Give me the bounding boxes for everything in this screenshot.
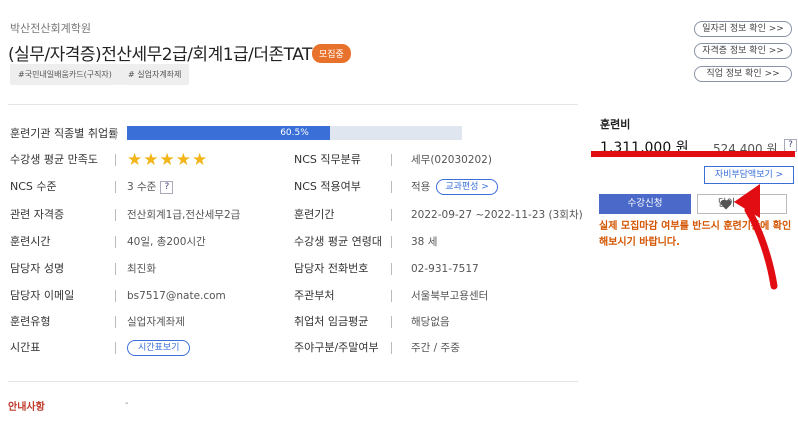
- wage-label: 취업처 임금평균: [294, 315, 369, 328]
- age-label: 수강생 평균 연령대: [294, 235, 382, 248]
- ncs-apply-label: NCS 적용여부: [294, 180, 361, 193]
- separator: [115, 290, 116, 302]
- fee-label: 훈련비: [600, 118, 631, 131]
- daynight-label: 주야구분/주말여부: [294, 341, 379, 354]
- email-label: 담당자 이메일: [10, 289, 75, 302]
- period-value: 2022-09-27 ~2022-11-23 (3회차): [411, 209, 583, 221]
- cert-label: 관련 자격증: [10, 208, 65, 221]
- cert-info-link[interactable]: 자격증 정보 확인 >>: [694, 43, 792, 59]
- type-value: 실업자계좌제: [127, 316, 185, 328]
- ncs-level-cell: 3 수준?: [127, 178, 174, 196]
- separator: [115, 128, 116, 140]
- annotation-underline: [591, 151, 795, 157]
- satisfaction-stars: ★★★★★: [127, 150, 209, 170]
- hours-label: 훈련시간: [10, 235, 51, 248]
- ministry-value: 서울북부고용센터: [411, 290, 489, 302]
- ncs-class-label: NCS 직무분류: [294, 153, 361, 166]
- manager-value: 최진화: [127, 263, 156, 275]
- employment-rate-text: 60.5%: [280, 128, 309, 138]
- notice-label: 안내사항: [8, 402, 45, 413]
- separator: [391, 181, 392, 193]
- separator: [391, 342, 392, 354]
- ncs-level-value: 3 수준: [127, 181, 157, 193]
- separator: [115, 181, 116, 193]
- age-value: 38 세: [411, 236, 438, 248]
- ncs-level-label: NCS 수준: [10, 180, 57, 193]
- hours-value: 40일, 총200시간: [127, 236, 206, 248]
- annotation-arrow-icon: [734, 184, 778, 290]
- separator: [391, 209, 392, 221]
- separator: [115, 316, 116, 328]
- career-info-link[interactable]: 직업 정보 확인 >>: [694, 66, 792, 82]
- separator: [115, 236, 116, 248]
- job-info-link[interactable]: 일자리 정보 확인 >>: [694, 21, 792, 37]
- separator: [115, 209, 116, 221]
- separator: [391, 316, 392, 328]
- tag-account: # 실업자계좌제: [120, 64, 190, 85]
- employment-rate-bar: 60.5%: [127, 126, 462, 140]
- schedule-cell: 시간표보기: [121, 339, 191, 357]
- ncs-apply-cell: 적용 교과편성 >: [411, 178, 498, 196]
- status-badge: 모집중: [312, 44, 351, 63]
- schedule-button[interactable]: 시간표보기: [127, 340, 191, 356]
- help-icon[interactable]: ?: [160, 180, 174, 194]
- manager-label: 담당자 성명: [10, 262, 65, 275]
- satisfaction-label: 수강생 평균 만족도: [10, 153, 98, 166]
- cert-value: 전산회계1급,전산세무2급: [127, 209, 241, 221]
- separator: [115, 154, 116, 166]
- notice-value: -: [125, 398, 129, 409]
- divider: [8, 381, 578, 382]
- phone-label: 담당자 전화번호: [294, 262, 369, 275]
- type-label: 훈련유형: [10, 315, 51, 328]
- wage-value: 해당없음: [411, 316, 450, 328]
- divider: [8, 104, 578, 105]
- schedule-label: 시간표: [10, 341, 41, 354]
- course-title: (실무/자격증)전산세무2급/회계1급/더존TAT: [8, 45, 312, 65]
- employment-rate-label: 훈련기관 직종별 취업률: [10, 127, 119, 140]
- period-label: 훈련기간: [294, 208, 335, 221]
- separator: [391, 290, 392, 302]
- phone-value: 02-931-7517: [411, 263, 479, 275]
- ministry-label: 주관부처: [294, 289, 335, 302]
- email-value: bs7517@nate.com: [127, 290, 226, 302]
- separator: [391, 263, 392, 275]
- separator: [391, 154, 392, 166]
- tag-card: #국민내일배움카드(구직자): [10, 64, 120, 85]
- ncs-apply-value: 적용: [411, 181, 431, 193]
- apply-button[interactable]: 수강신청: [599, 194, 691, 214]
- curriculum-button[interactable]: 교과편성 >: [436, 179, 498, 195]
- separator: [115, 342, 116, 354]
- daynight-value: 주간 / 주중: [411, 342, 460, 354]
- provider-name: 박산전산회계학원: [10, 22, 91, 35]
- separator: [391, 236, 392, 248]
- ncs-class-value: 세무(02030202): [411, 154, 492, 166]
- separator: [115, 263, 116, 275]
